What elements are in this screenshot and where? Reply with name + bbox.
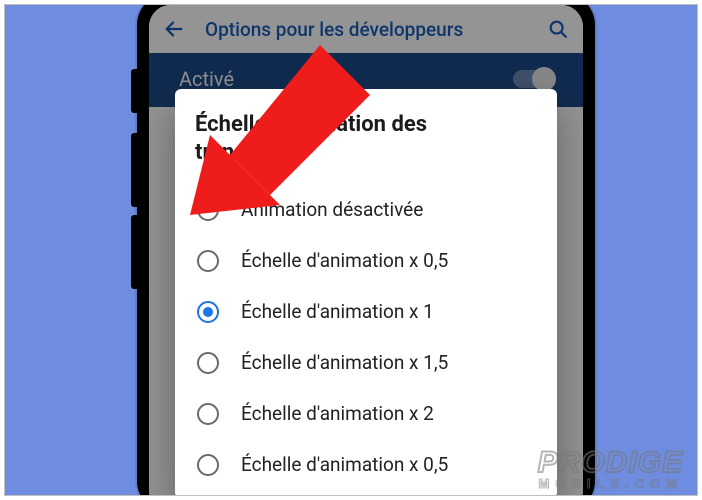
radio-icon [197,199,219,221]
option-label: Échelle d'animation x 1,5 [241,351,448,374]
phone-side-button [131,69,141,113]
option-animation-1[interactable]: Échelle d'animation x 1 [195,286,537,337]
canvas: Options pour les développeurs Activé Éch… [4,4,698,496]
watermark-line1: PRODIGE [538,446,683,479]
screen: Options pour les développeurs Activé Éch… [149,5,583,496]
radio-icon [197,301,219,323]
option-label: Échelle d'animation x 1 [241,300,434,323]
option-animation-1-5[interactable]: Échelle d'animation x 1,5 [195,337,537,388]
option-label: Animation désactivée [241,198,423,221]
phone-frame: Options pour les développeurs Activé Éch… [137,4,595,496]
radio-icon [197,352,219,374]
option-label: Échelle d'animation x 2 [241,402,434,425]
option-label: Échelle d'animation x 0,5 [241,249,448,272]
watermark-line2: MOBILE.COM [538,478,683,489]
watermark: PRODIGE MOBILE.COM [538,450,683,489]
radio-icon [197,454,219,476]
radio-icon [197,403,219,425]
phone-side-button [131,133,141,207]
dialog-title: Échelle d'animation des transitions [195,111,537,166]
option-animation-0-5b[interactable]: Échelle d'animation x 0,5 [195,439,537,490]
option-animation-2[interactable]: Échelle d'animation x 2 [195,388,537,439]
option-label: Échelle d'animation x 0,5 [241,453,448,476]
phone-side-button [131,215,141,289]
radio-icon [197,250,219,272]
option-animation-0-5[interactable]: Échelle d'animation x 0,5 [195,235,537,286]
option-animation-off[interactable]: Animation désactivée [195,184,537,235]
animation-scale-dialog: Échelle d'animation des transitions Anim… [175,89,557,496]
